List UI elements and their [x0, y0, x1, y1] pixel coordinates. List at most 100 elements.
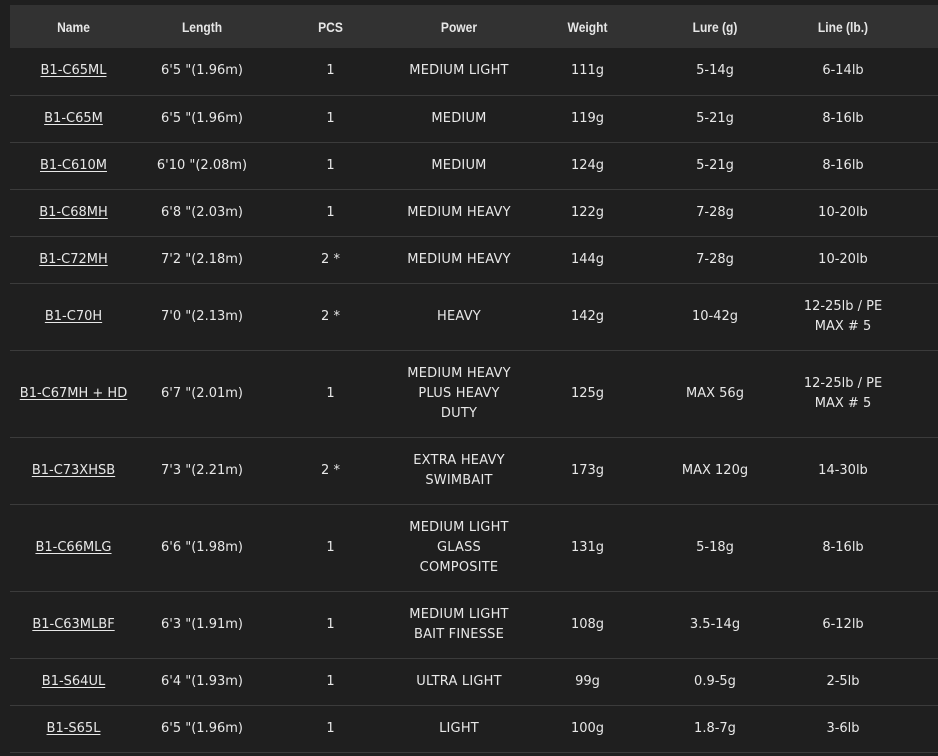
power-line: ULTRA LIGHT: [416, 673, 502, 689]
cell-line: 6-14lb: [779, 48, 907, 96]
cell-name: B1-C65ML: [10, 48, 137, 96]
cell-pcs: 1: [267, 705, 394, 753]
model-link[interactable]: B1-C73XHSB: [32, 463, 115, 478]
header-weight: Weight: [567, 18, 608, 35]
cell-power: MEDIUM LIGHT GLASS COMPOSITE: [394, 504, 524, 592]
cell-lure: 1.8-7g: [651, 705, 779, 753]
cell-lure: 5-18g: [651, 504, 779, 592]
table-row: B1-C610M 6'10 "(2.08m) 1 MEDIUM 124g 5-21g 8-1…: [10, 142, 938, 190]
cell-length: 6'4 "(1.93m): [137, 658, 267, 706]
cell-pcs: 2 *: [267, 437, 394, 505]
cell-pcs: 2 *: [267, 283, 394, 351]
cell-line: 8-16lb: [779, 504, 907, 592]
model-link[interactable]: B1-C66MLG: [35, 540, 111, 555]
cell-length: 6'10 "(2.08m): [137, 142, 267, 190]
cell-weight: 99g: [524, 658, 651, 706]
cell-power: MEDIUM HEAVY: [394, 189, 524, 237]
rod-spec-table: Name Length PCS Power Weight Lure (g) Li…: [10, 5, 938, 753]
table-row: B1-C63MLBF 6'3 "(1.91m) 1 MEDIUM LIGHT BAIT …: [10, 591, 938, 659]
cell-name: B1-C610M: [10, 142, 137, 190]
power-line: DUTY: [440, 405, 478, 421]
cell-weight: 122g: [524, 189, 651, 237]
cell-power: MEDIUM HEAVY PLUS HEAVY DUTY: [394, 350, 524, 438]
line-line: 2-5lb: [826, 673, 860, 689]
model-link[interactable]: B1-C68MH: [39, 205, 108, 220]
table-row: B1-C72MH 7'2 "(2.18m) 2 * MEDIUM HEAVY 144g 7…: [10, 236, 938, 284]
table-row: B1-S64UL 6'4 "(1.93m) 1 ULTRA LIGHT 99g 0.9-5…: [10, 658, 938, 706]
table-row: B1-S65L 6'5 "(1.96m) 1 LIGHT 100g 1.8-7g 3-6lb: [10, 705, 938, 753]
cell-power: MEDIUM HEAVY: [394, 236, 524, 284]
line-line: 14-30lb: [818, 462, 868, 478]
cell-weight: 119g: [524, 95, 651, 143]
power-line: PLUS HEAVY: [418, 385, 500, 401]
cell-length: 7'2 "(2.18m): [137, 236, 267, 284]
model-link[interactable]: B1-C67MH + HD: [20, 386, 127, 401]
model-link[interactable]: B1-C65M: [44, 111, 103, 126]
cell-name: B1-S64UL: [10, 658, 137, 706]
cell-power: HEAVY: [394, 283, 524, 351]
header-length: Length: [181, 18, 223, 35]
cell-lure: 5-21g: [651, 95, 779, 143]
line-line: 6-12lb: [822, 616, 864, 632]
cell-weight: 125g: [524, 350, 651, 438]
cell-lure: 3.5-14g: [651, 591, 779, 659]
cell-lure: 0.9-5g: [651, 658, 779, 706]
model-link[interactable]: B1-C63MLBF: [32, 617, 114, 632]
cell-power: LIGHT: [394, 705, 524, 753]
cell-weight: 173g: [524, 437, 651, 505]
power-line: MEDIUM HEAVY: [407, 365, 511, 381]
table-row: B1-C73XHSB 7'3 "(2.21m) 2 * EXTRA HEAVY SWIM…: [10, 437, 938, 505]
model-link[interactable]: B1-C70H: [45, 309, 102, 324]
table-row: B1-C65ML 6'5 "(1.96m) 1 MEDIUM LIGHT 111g 5-1…: [10, 48, 938, 96]
cell-lure: MAX 120g: [651, 437, 779, 505]
power-line: HEAVY: [437, 308, 481, 324]
cell-weight: 111g: [524, 48, 651, 96]
model-link[interactable]: B1-C72MH: [39, 252, 108, 267]
cell-spacer: [907, 350, 938, 438]
cell-spacer: [907, 48, 938, 96]
cell-pcs: 1: [267, 142, 394, 190]
cell-pcs: 1: [267, 95, 394, 143]
power-line: MEDIUM LIGHT: [409, 63, 509, 79]
cell-lure: 5-21g: [651, 142, 779, 190]
line-line: 8-16lb: [822, 110, 864, 126]
cell-power: MEDIUM LIGHT BAIT FINESSE: [394, 591, 524, 659]
cell-name: B1-C72MH: [10, 236, 137, 284]
cell-spacer: [907, 705, 938, 753]
cell-length: 6'3 "(1.91m): [137, 591, 267, 659]
cell-line: 3-6lb: [779, 705, 907, 753]
cell-name: B1-C65M: [10, 95, 137, 143]
cell-line: 6-12lb: [779, 591, 907, 659]
model-link[interactable]: B1-C610M: [40, 158, 107, 173]
power-line: SWIMBAIT: [425, 472, 493, 488]
power-line: MEDIUM HEAVY: [407, 251, 511, 267]
cell-power: EXTRA HEAVY SWIMBAIT: [394, 437, 524, 505]
power-line: BAIT FINESSE: [413, 626, 505, 642]
model-link[interactable]: B1-C65ML: [41, 63, 107, 78]
cell-power: MEDIUM: [394, 95, 524, 143]
line-line: 12-25lb / PE: [803, 298, 883, 314]
cell-lure: 5-14g: [651, 48, 779, 96]
cell-line: 12-25lb / PE MAX # 5: [779, 350, 907, 438]
header-name: Name: [57, 18, 90, 35]
line-line: 8-16lb: [822, 539, 864, 555]
power-line: COMPOSITE: [419, 559, 499, 575]
cell-name: B1-S65L: [10, 705, 137, 753]
line-line: 6-14lb: [822, 63, 864, 79]
model-link[interactable]: B1-S65L: [47, 721, 101, 736]
cell-lure: 10-42g: [651, 283, 779, 351]
table-row: B1-C70H 7'0 "(2.13m) 2 * HEAVY 142g 10-42g 12-…: [10, 283, 938, 351]
cell-spacer: [907, 283, 938, 351]
cell-line: 14-30lb: [779, 437, 907, 505]
table-header-row: Name Length PCS Power Weight Lure (g) Li…: [10, 5, 938, 48]
cell-line: 8-16lb: [779, 142, 907, 190]
cell-spacer: [907, 189, 938, 237]
power-line: MEDIUM LIGHT: [409, 519, 509, 535]
cell-line: 10-20lb: [779, 236, 907, 284]
cell-length: 6'8 "(2.03m): [137, 189, 267, 237]
power-line: MEDIUM: [431, 157, 487, 173]
cell-line: 2-5lb: [779, 658, 907, 706]
model-link[interactable]: B1-S64UL: [42, 674, 105, 689]
cell-length: 6'5 "(1.96m): [137, 705, 267, 753]
cell-spacer: [907, 591, 938, 659]
